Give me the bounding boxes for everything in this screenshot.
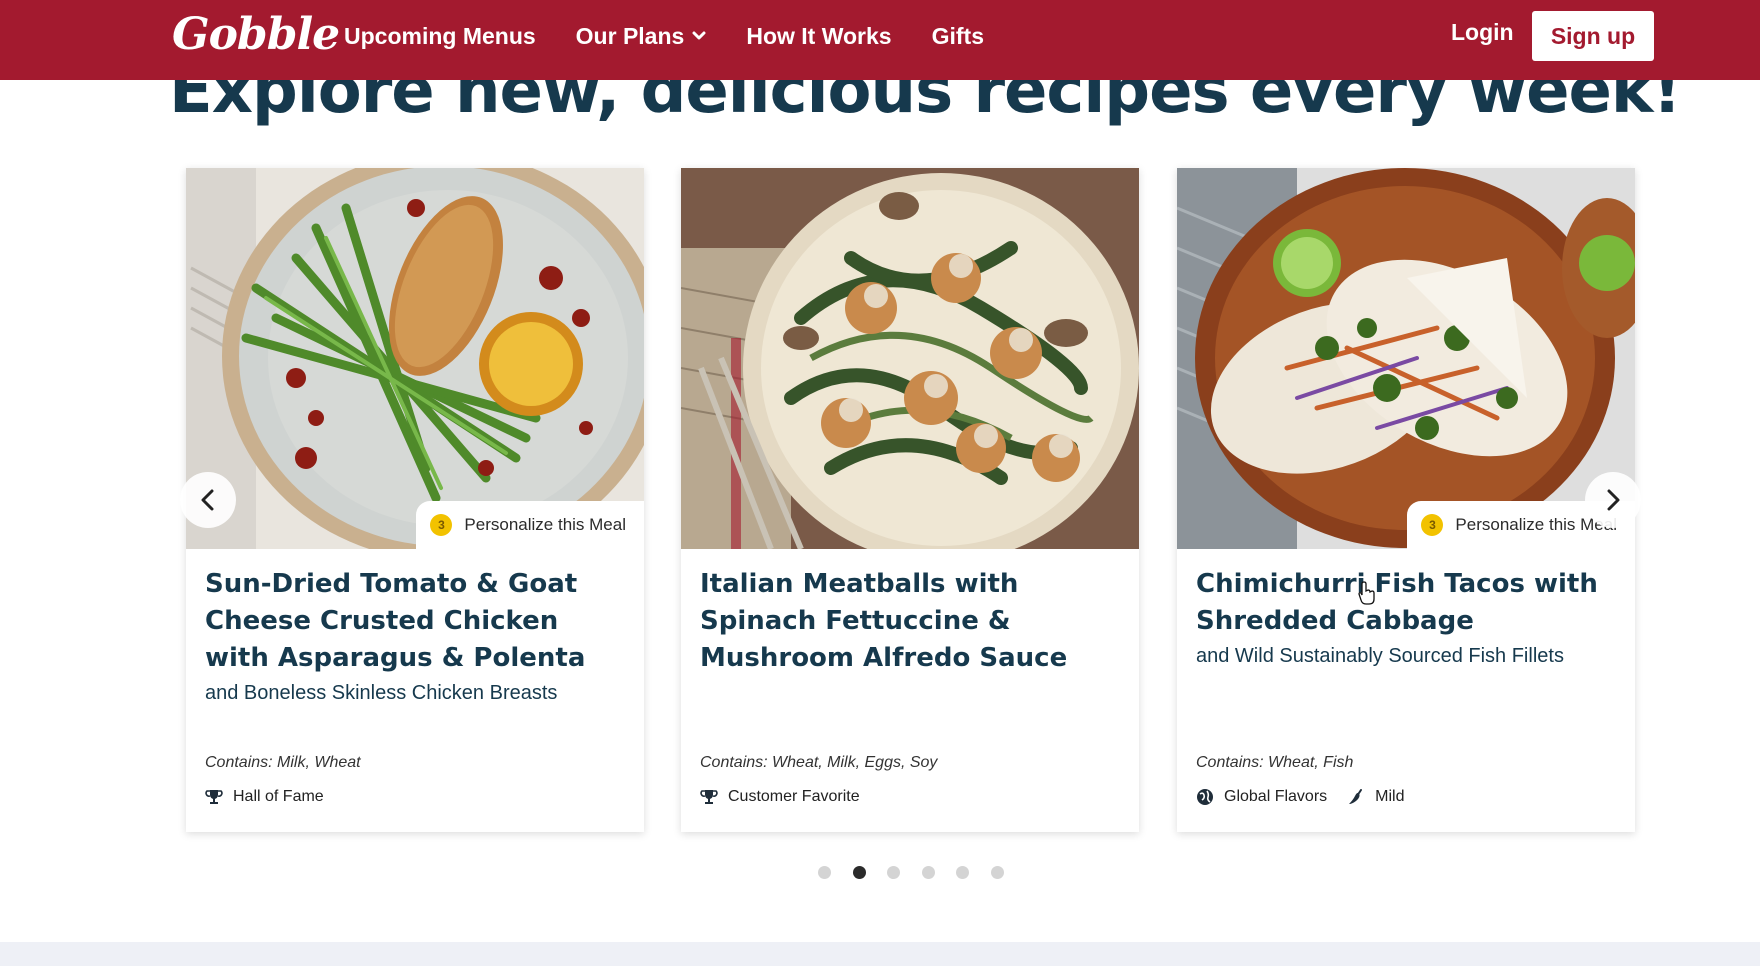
recipe-title[interactable]: Sun-Dried Tomato & Goat Cheese Crusted C… — [205, 566, 625, 677]
allergens-text: Contains: Milk, Wheat — [205, 754, 361, 771]
carousel-dot-3[interactable] — [887, 866, 900, 879]
trophy-icon — [205, 790, 223, 804]
chicken-asparagus-photo — [186, 168, 644, 549]
recipe-photo[interactable] — [681, 168, 1139, 549]
carousel-dot-5[interactable] — [956, 866, 969, 879]
allergens-text: Contains: Wheat, Milk, Eggs, Soy — [700, 754, 938, 771]
tag-label: Global Flavors — [1224, 788, 1328, 805]
next-section-band — [0, 942, 1760, 966]
recipe-card[interactable]: 3 Personalize this Meal Chimichurri Fish… — [1177, 168, 1635, 832]
recipe-card[interactable]: Italian Meatballs with Spinach Fettuccin… — [681, 168, 1139, 832]
tag-customer-favorite: Customer Favorite — [700, 788, 860, 806]
chevron-right-icon — [1607, 489, 1620, 511]
tag-mild: Mild — [1347, 788, 1405, 806]
recipe-subtitle: and Boneless Skinless Chicken Breasts — [205, 682, 558, 704]
recipe-photo[interactable]: 3 Personalize this Meal — [1177, 168, 1635, 549]
nav-how-it-works[interactable]: How It Works — [746, 23, 891, 50]
carousel-dot-2[interactable] — [852, 866, 866, 879]
hand-cursor-icon — [1358, 581, 1375, 605]
nav-our-plans-label: Our Plans — [575, 22, 685, 49]
personalize-meal-button[interactable]: 3 Personalize this Meal — [416, 501, 644, 549]
tag-label: Mild — [1375, 788, 1405, 805]
top-navbar: Gobble Upcoming Menus Our Plans How It W… — [0, 0, 1760, 80]
recipe-photo[interactable]: 3 Personalize this Meal — [186, 168, 644, 549]
recipe-card[interactable]: 3 Personalize this Meal Sun-Dried Tomato… — [186, 168, 644, 832]
chevron-left-icon — [201, 489, 214, 511]
globe-icon — [1197, 789, 1213, 805]
nav-upcoming-menus[interactable]: Upcoming Menus — [344, 23, 536, 50]
carousel-dot-4[interactable] — [921, 866, 935, 879]
login-link[interactable]: Login — [1451, 19, 1514, 46]
carousel-dot-1[interactable] — [818, 866, 831, 879]
tag-global-flavors: Global Flavors — [1196, 788, 1327, 806]
meatball-fettuccine-photo — [681, 168, 1139, 549]
points-coin-icon: 3 — [1421, 514, 1444, 536]
tag-hall-of-fame: Hall of Fame — [205, 788, 324, 806]
recipe-title[interactable]: Italian Meatballs with Spinach Fettuccin… — [700, 566, 1120, 677]
nav-our-plans[interactable]: Our Plans — [576, 23, 707, 50]
nav-gifts[interactable]: Gifts — [932, 23, 984, 50]
points-coin-icon: 3 — [430, 514, 453, 536]
personalize-label: Personalize this Meal — [464, 515, 626, 534]
main-nav: Upcoming Menus Our Plans How It Works Gi… — [344, 0, 1024, 72]
recipe-subtitle: and Wild Sustainably Sourced Fish Fillet… — [1196, 645, 1564, 667]
carousel-next-button[interactable] — [1585, 472, 1641, 528]
recipe-tags: Global Flavors Mild — [1196, 788, 1425, 806]
gobble-logo[interactable]: Gobble — [172, 9, 340, 60]
chili-pepper-icon — [1349, 789, 1363, 804]
tag-label: Customer Favorite — [728, 788, 860, 805]
chevron-down-icon — [692, 31, 706, 40]
carousel-dot-6[interactable] — [990, 866, 1004, 879]
recipe-title[interactable]: Chimichurri Fish Tacos with Shredded Cab… — [1196, 566, 1616, 640]
recipe-tags: Hall of Fame — [205, 788, 344, 806]
recipe-tags: Customer Favorite — [700, 788, 880, 806]
fish-tacos-photo — [1177, 168, 1635, 549]
carousel-pagination — [818, 866, 1025, 879]
signup-button[interactable]: Sign up — [1532, 11, 1654, 61]
allergens-text: Contains: Wheat, Fish — [1196, 754, 1354, 771]
tag-label: Hall of Fame — [233, 788, 324, 805]
carousel-prev-button[interactable] — [180, 472, 236, 528]
trophy-icon — [700, 790, 718, 804]
